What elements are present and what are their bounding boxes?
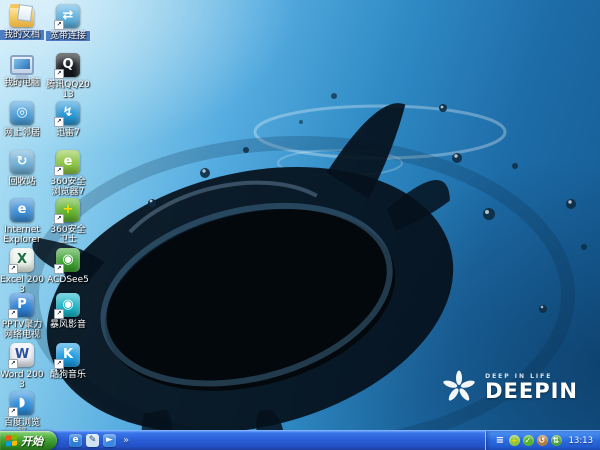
shortcut-arrow-icon: ↗ — [54, 69, 64, 79]
desktop-icon-label: 酷狗音乐 — [49, 370, 86, 380]
desktop-icon-360-browser[interactable]: e ↗ 360安全浏览器7 — [46, 150, 90, 197]
media-player-app-icon: ◉ ↗ — [54, 293, 80, 319]
baidu-browser-icon: ◗ ↗ — [8, 391, 34, 417]
broadband-connection-icon: ⇄ ↗ — [54, 4, 80, 30]
desktop-icon-my-computer[interactable]: 我的电脑 — [0, 53, 44, 88]
desktop-icon-tencent-qq[interactable]: Q ↗ 腾讯QQ2013 — [46, 53, 90, 100]
acdsee-icon: ◉ ↗ — [54, 248, 80, 274]
shortcut-arrow-icon: ↗ — [54, 214, 64, 224]
desktop-icon-my-documents[interactable]: 我的文档 — [0, 4, 45, 41]
360-browser-icon: e ↗ — [54, 150, 80, 176]
quick-launch-internet-explorer-icon[interactable]: e — [69, 434, 82, 447]
desktop-icon-pptv[interactable]: P ↗ PPTV聚力 网络电视 — [0, 293, 44, 340]
shortcut-arrow-icon: ↗ — [8, 407, 18, 417]
screen: DEEP IN LIFE DEEPIN 我的文档 ⇄ ↗ 宽带连接 我的电脑 Q ↗ 腾讯QQ… — [0, 0, 600, 450]
desktop-icon-label: Excel 2003 — [0, 275, 44, 295]
network-places-icon: ◎ — [10, 101, 34, 125]
desktop-icon-label: 宽带连接 — [45, 30, 91, 42]
desktop-icon-acdsee[interactable]: ◉ ↗ ACDSee5 — [46, 248, 90, 285]
shortcut-arrow-icon: ↗ — [54, 264, 64, 274]
my-documents-icon — [10, 4, 34, 27]
internet-explorer-icon: e — [10, 198, 34, 222]
desktop-icon-excel-2003[interactable]: X ↗ Excel 2003 — [0, 248, 44, 295]
desktop-icon-kugou-music[interactable]: K ↗ 酷狗音乐 — [46, 343, 90, 380]
start-button[interactable]: 开始 — [0, 431, 57, 450]
shortcut-arrow-icon: ↗ — [54, 359, 64, 369]
tray-360-antivirus-ball-icon[interactable]: + — [508, 435, 520, 446]
360-safeguard-icon: + ↗ — [54, 198, 80, 224]
desktop-icon-label: 网上邻居 — [3, 128, 40, 138]
desktop-icon-word-2003[interactable]: W ↗ Word 2003 — [0, 343, 44, 390]
shortcut-arrow-icon: ↗ — [54, 20, 64, 30]
tencent-qq-icon: Q ↗ — [54, 53, 80, 79]
desktop-icon-label: 360安全浏览器7 — [50, 177, 86, 197]
system-tray: ≡ + ✓ ↺ ⇅ 13:13 — [484, 431, 600, 450]
shortcut-arrow-icon: ↗ — [8, 264, 18, 274]
desktop-icon-internet-explorer[interactable]: e Internet Explorer — [0, 198, 44, 245]
desktop-icon-network-places[interactable]: ◎ 网上邻居 — [0, 101, 44, 138]
quick-launch-show-desktop-icon[interactable]: ✎ — [86, 434, 99, 447]
my-computer-icon — [10, 55, 34, 79]
start-button-label: 开始 — [21, 434, 43, 448]
desktop-icon-label: 腾讯QQ2013 — [46, 80, 90, 100]
recycle-bin-icon: ↻ — [10, 150, 34, 174]
desktop-icon-label: Word 2003 — [0, 370, 44, 390]
windows-flag-icon — [6, 434, 17, 447]
taskbar: 开始 e ✎ ► » ≡ + ✓ ↺ ⇅ 13:13 — [0, 430, 600, 450]
deepin-logo: DEEP IN LIFE DEEPIN — [442, 370, 578, 404]
tray-network-status-icon[interactable]: ⇅ — [550, 435, 562, 446]
shortcut-arrow-icon: ↗ — [54, 309, 64, 319]
desktop-icon-label: 360安全卫士 — [50, 225, 86, 245]
quick-launch-media-player-icon[interactable]: ► — [103, 434, 116, 447]
kugou-music-icon: K ↗ — [54, 343, 80, 369]
desktop-icon-label: PPTV聚力 网络电视 — [1, 320, 43, 340]
desktop-icon-recycle-bin[interactable]: ↻ 回收站 — [0, 150, 44, 187]
desktop-icon-media-player-app[interactable]: ◉ ↗ 暴风影音 — [46, 293, 90, 330]
tray-input-indicator-icon[interactable]: ≡ — [495, 435, 506, 446]
shortcut-arrow-icon: ↗ — [8, 359, 18, 369]
desktop-icon-label: ACDSee5 — [47, 275, 89, 285]
brand-name: DEEPIN — [485, 379, 578, 403]
shortcut-arrow-icon: ↗ — [8, 309, 18, 319]
taskbar-clock[interactable]: 13:13 — [569, 436, 594, 446]
desktop[interactable]: DEEP IN LIFE DEEPIN 我的文档 ⇄ ↗ 宽带连接 我的电脑 Q ↗ 腾讯QQ… — [0, 0, 600, 438]
desktop-icon-label: 我的文档 — [0, 29, 45, 41]
quick-launch-bar: e ✎ ► — [65, 431, 120, 450]
thunder-icon: ↯ ↗ — [54, 101, 80, 127]
tray-icons: ≡ + ✓ ↺ ⇅ — [495, 435, 562, 446]
tray-update-swirl-icon[interactable]: ↺ — [536, 435, 548, 446]
desktop-icon-label: 我的电脑 — [3, 78, 40, 88]
desktop-icon-360-safeguard[interactable]: + ↗ 360安全卫士 — [46, 198, 90, 245]
desktop-icon-broadband-connection[interactable]: ⇄ ↗ 宽带连接 — [45, 4, 91, 42]
tray-security-shield-icon[interactable]: ✓ — [522, 435, 534, 446]
wallpaper-water-splash — [25, 93, 587, 430]
shortcut-arrow-icon: ↗ — [54, 166, 64, 176]
desktop-icon-label: 迅雷7 — [56, 128, 80, 138]
pptv-icon: P ↗ — [8, 293, 34, 319]
desktop-icon-thunder[interactable]: ↯ ↗ 迅雷7 — [46, 101, 90, 138]
shortcut-arrow-icon: ↗ — [54, 117, 64, 127]
desktop-icon-label: 暴风影音 — [49, 320, 86, 330]
brand-tagline: DEEP IN LIFE — [485, 373, 553, 380]
desktop-icon-label: Internet Explorer — [3, 225, 41, 245]
desktop-icon-label: 回收站 — [8, 177, 36, 187]
word-2003-icon: W ↗ — [8, 343, 34, 369]
open-windows-area — [132, 431, 484, 450]
quick-launch-overflow-chevron[interactable]: » — [120, 431, 132, 450]
deepin-swirl-icon — [443, 370, 475, 401]
excel-2003-icon: X ↗ — [8, 248, 34, 274]
